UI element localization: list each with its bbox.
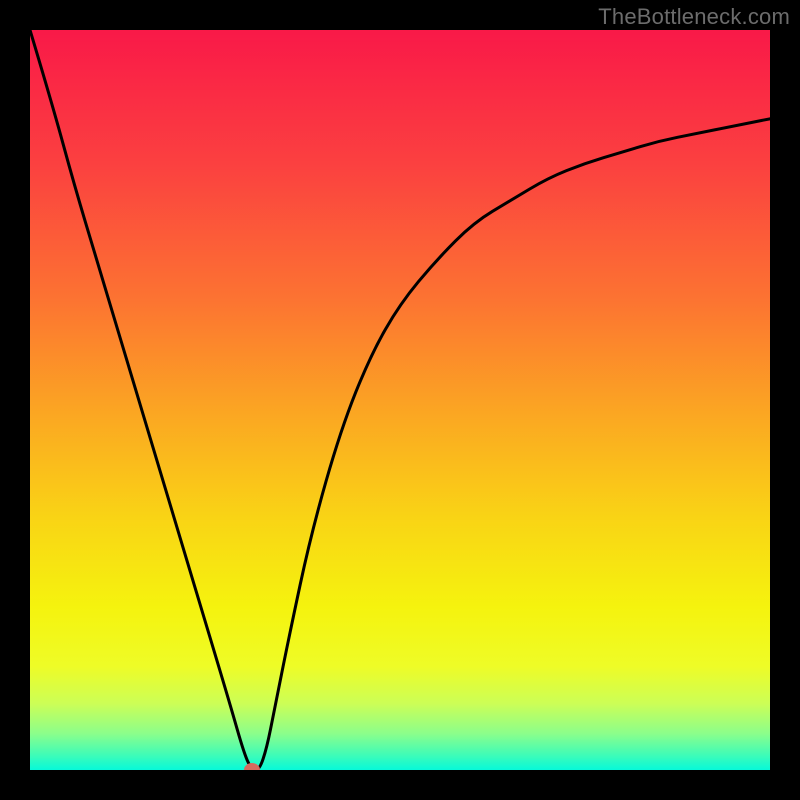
minimum-marker xyxy=(244,763,260,770)
chart-stage: TheBottleneck.com xyxy=(0,0,800,800)
watermark-text: TheBottleneck.com xyxy=(598,4,790,30)
bottleneck-curve xyxy=(30,30,770,770)
plot-area xyxy=(30,30,770,770)
